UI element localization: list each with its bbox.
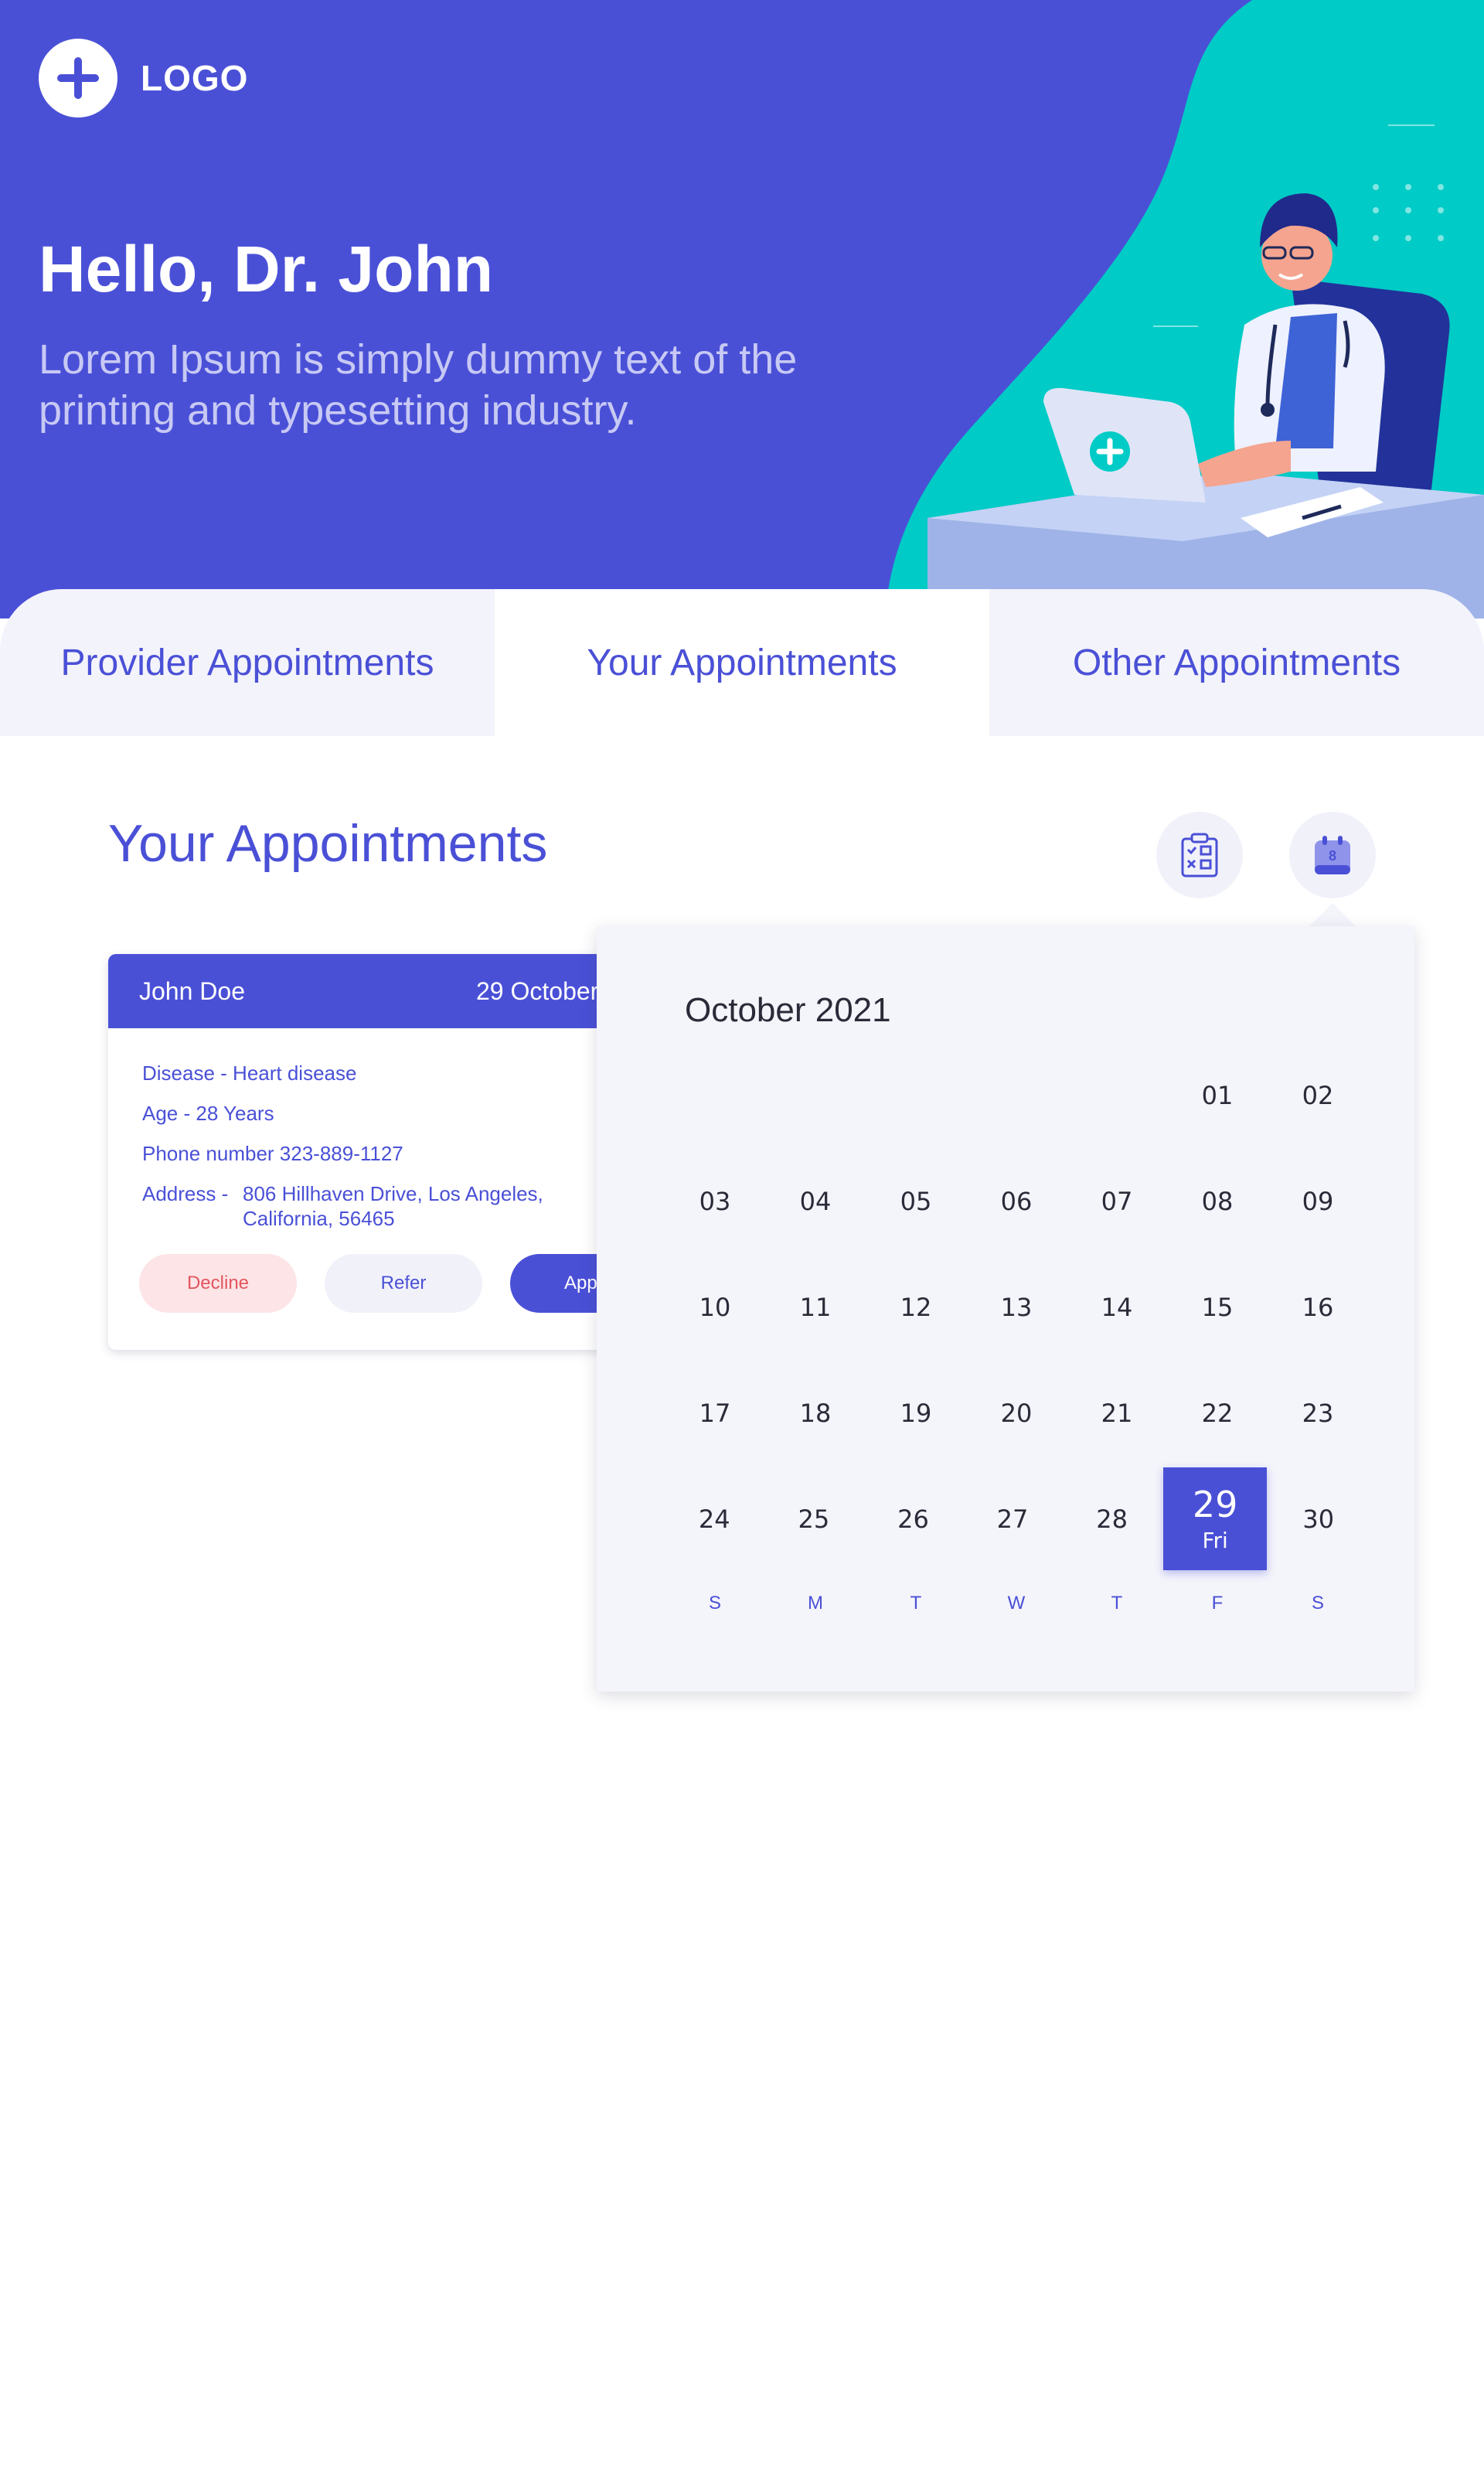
hero-banner: LOGO Hello, Dr. John Lorem Ipsum is simp… — [0, 0, 1484, 618]
weekday-label: F — [1211, 1593, 1224, 1614]
calendar-day-empty — [966, 1042, 1067, 1148]
appointment-date: 29 October — [476, 977, 599, 1005]
calendar-day[interactable]: 23 — [1268, 1360, 1368, 1466]
calendar-day-empty — [765, 1042, 866, 1148]
doctor-illustration — [928, 193, 1484, 618]
calendar-day-selected[interactable]: 29 Fri — [1162, 1467, 1268, 1570]
calendar-day[interactable]: 26 — [863, 1466, 963, 1572]
weekday-label: M — [808, 1593, 823, 1614]
calendar-day[interactable]: 08 — [1167, 1148, 1268, 1254]
calendar-grid: 01 02 03 04 05 06 07 08 09 10 11 12 13 1… — [665, 1042, 1368, 1572]
greeting-subtitle: Lorem Ipsum is simply dummy text of the … — [39, 336, 798, 434]
patient-name: John Doe — [139, 976, 245, 1005]
address-line-2: California, 56465 — [243, 1207, 395, 1230]
calendar-week-row: 10 11 12 13 14 15 16 — [665, 1254, 1368, 1360]
calendar-button[interactable]: 8 — [1289, 812, 1376, 898]
selected-day-weekday: Fri — [1202, 1528, 1228, 1553]
calendar-popup: October 2021 01 02 03 04 05 06 07 08 09 … — [597, 926, 1414, 1692]
calendar-day[interactable]: 21 — [1067, 1360, 1167, 1466]
calendar-day[interactable]: 30 — [1268, 1466, 1368, 1572]
calendar-day[interactable]: 13 — [966, 1254, 1067, 1360]
refer-button[interactable]: Refer — [325, 1254, 482, 1313]
calendar-week-row: 17 18 19 20 21 22 23 — [665, 1360, 1368, 1466]
calendar-popup-arrow — [1308, 903, 1357, 928]
age-info: Age - 28 Years — [142, 1102, 274, 1125]
tab-your-appointments[interactable]: Your Appointments — [495, 589, 989, 736]
calendar-day[interactable]: 04 — [765, 1148, 866, 1254]
weekday-label: S — [1311, 1593, 1324, 1614]
calendar-week-row: 03 04 05 06 07 08 09 — [665, 1148, 1368, 1254]
calendar-day[interactable]: 05 — [866, 1148, 966, 1254]
calendar-month-title: October 2021 — [685, 991, 891, 1029]
calendar-day[interactable]: 15 — [1167, 1254, 1268, 1360]
calendar-week-row: 01 02 — [665, 1042, 1368, 1148]
address-info: Address - 806 Hillhaven Drive, Los Angel… — [142, 1174, 665, 1231]
calendar-day[interactable]: 09 — [1268, 1148, 1368, 1254]
calendar-day-empty — [1067, 1042, 1167, 1148]
calendar-day[interactable]: 17 — [665, 1360, 765, 1466]
section-title: Your Appointments — [108, 814, 548, 873]
weekday-label: W — [1007, 1593, 1026, 1614]
calendar-day[interactable]: 07 — [1067, 1148, 1167, 1254]
logo[interactable]: LOGO — [39, 39, 248, 118]
calendar-week-row: 24 25 26 27 28 29 Fri 30 — [665, 1466, 1368, 1572]
disease-info: Disease - Heart disease — [142, 1062, 357, 1085]
calendar-day[interactable]: 01 — [1167, 1042, 1268, 1148]
calendar-day[interactable]: 06 — [966, 1148, 1067, 1254]
calendar-day-empty — [866, 1042, 966, 1148]
tab-other-appointments[interactable]: Other Appointments — [989, 589, 1484, 736]
appointment-tabs: Provider Appointments Your Appointments … — [0, 589, 1484, 736]
checklist-button[interactable] — [1156, 812, 1243, 898]
calendar-day[interactable]: 03 — [665, 1148, 765, 1254]
address-line-1: 806 Hillhaven Drive, Los Angeles, — [243, 1182, 543, 1205]
calendar-day[interactable]: 24 — [665, 1466, 764, 1572]
weekday-label: T — [1111, 1593, 1123, 1614]
calendar-icon-badge: 8 — [1329, 848, 1336, 864]
plus-logo-icon — [39, 39, 117, 118]
calendar-day[interactable]: 19 — [866, 1360, 966, 1466]
weekday-label: T — [910, 1593, 922, 1614]
calendar-weekday-labels: S M T W T F S — [665, 1593, 1368, 1614]
calendar-day[interactable]: 25 — [764, 1466, 864, 1572]
calendar-day[interactable]: 28 — [1062, 1466, 1162, 1572]
calendar-day[interactable]: 27 — [963, 1466, 1063, 1572]
calendar-day[interactable]: 16 — [1268, 1254, 1368, 1360]
greeting-title: Hello, Dr. John — [39, 233, 494, 305]
appointment-card-header: John Doe 29 October — [108, 954, 665, 1028]
weekday-label: S — [708, 1593, 721, 1614]
address-label: Address - — [142, 1182, 229, 1205]
calendar-day[interactable]: 12 — [866, 1254, 966, 1360]
logo-text: LOGO — [141, 58, 249, 98]
selected-day-number: 29 — [1192, 1484, 1238, 1525]
calendar-day[interactable]: 20 — [966, 1360, 1067, 1466]
calendar-icon: 8 — [1315, 836, 1350, 874]
calendar-day[interactable]: 02 — [1268, 1042, 1368, 1148]
calendar-day[interactable]: 22 — [1167, 1360, 1268, 1466]
decline-button[interactable]: Decline — [139, 1254, 297, 1313]
calendar-day[interactable]: 18 — [765, 1360, 866, 1466]
calendar-day[interactable]: 11 — [765, 1254, 866, 1360]
tab-provider-appointments[interactable]: Provider Appointments — [0, 589, 495, 736]
calendar-day[interactable]: 10 — [665, 1254, 765, 1360]
calendar-day-empty — [665, 1042, 765, 1148]
calendar-day[interactable]: 14 — [1067, 1254, 1167, 1360]
phone-info: Phone number 323-889-1127 — [142, 1142, 403, 1165]
clipboard-checklist-icon — [1181, 833, 1218, 877]
appointment-card: John Doe 29 October Disease - Heart dise… — [108, 954, 665, 1350]
